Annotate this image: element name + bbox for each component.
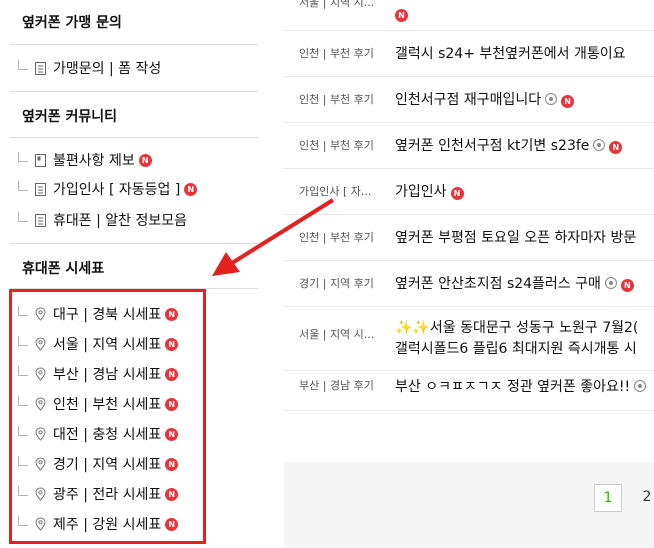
- menu-item-greeting[interactable]: 가입인사 [ 자동등업 ] N: [18, 178, 198, 200]
- divider: [10, 243, 258, 244]
- new-badge: N: [620, 279, 634, 292]
- post-title[interactable]: 부산 ㅇㅋㅍㅈㄱㅈ 정관 옆커폰 좋아요!!: [395, 376, 647, 396]
- new-badge: N: [184, 182, 198, 196]
- sidebar: 옆커폰 가맹 문의 가맹문의 | 폼 작성 옆커폰 커뮤니티 불편사항 제보 N…: [0, 0, 258, 548]
- new-badge: N: [561, 95, 575, 108]
- section-title-franchise: 옆커폰 가맹 문의: [22, 15, 122, 31]
- menu-item-label: 가맹문의 | 폼 작성: [53, 61, 162, 77]
- page-2-button[interactable]: 2: [634, 484, 654, 510]
- notice-icon: [34, 153, 47, 168]
- menu-item-franchise-form[interactable]: 가맹문의 | 폼 작성: [18, 57, 161, 79]
- menu-item-report[interactable]: 불편사항 제보 N: [18, 149, 152, 171]
- post-category: 가입인사 [ 자...: [299, 185, 372, 198]
- post-row[interactable]: 부산 | 경남 후기 부산 ㅇㅋㅍㅈㄱㅈ 정관 옆커폰 좋아요!!: [284, 370, 654, 411]
- post-row[interactable]: 가입인사 [ 자... 가입인사 N: [284, 168, 654, 215]
- post-title-text: 옆커폰 안산초지점 s24플러스 구매: [395, 276, 601, 292]
- tree-connector: [18, 212, 28, 222]
- post-title[interactable]: ✨✨서울 동대문구 성동구 노원구 7월2(: [395, 317, 638, 337]
- post-title[interactable]: 옆커폰 부평점 토요일 오픈 하자마자 방문: [395, 227, 636, 247]
- camera-icon: [593, 139, 606, 151]
- new-badge: N: [450, 187, 464, 200]
- post-title-text: 옆커폰 부평점 토요일 오픈 하자마자 방문: [395, 230, 637, 246]
- post-title[interactable]: 인천서구점 재구매입니다 N: [395, 89, 575, 109]
- camera-icon: [604, 277, 617, 289]
- post-list: 서울 | 지역 시... N 인천 | 부천 후기 갤럭시 s24+ 부천옆커폰에…: [284, 0, 654, 548]
- post-title[interactable]: 옆커폰 안산초지점 s24플러스 구매 N: [395, 273, 634, 293]
- pagination: 1 2: [284, 462, 654, 548]
- post-category: 인천 | 부천 후기: [299, 93, 374, 106]
- post-title[interactable]: 가입인사 N: [395, 181, 464, 201]
- tree-connector: [18, 152, 28, 162]
- post-title-text: 가입인사: [395, 184, 447, 200]
- post-title-line2: 갤럭시폴드6 플립6 최대지원 즉시개통 시: [395, 341, 637, 357]
- post-row[interactable]: 인천 | 부천 후기 갤럭시 s24+ 부천옆커폰에서 개통이요: [284, 30, 654, 77]
- document-icon: [34, 182, 47, 197]
- post-title[interactable]: 옆커폰 인천서구점 kt기변 s23fe N: [395, 135, 623, 155]
- post-row[interactable]: 서울 | 지역 시... ✨✨서울 동대문구 성동구 노원구 7월2( 갤럭시폴…: [284, 312, 654, 371]
- post-row[interactable]: 인천 | 부천 후기 옆커폰 인천서구점 kt기변 s23fe N: [284, 122, 654, 169]
- page-1-button[interactable]: 1: [594, 484, 622, 512]
- menu-item-label: 가입인사 [ 자동등업 ]: [53, 182, 181, 198]
- divider: [10, 137, 258, 138]
- section-title-community: 옆커폰 커뮤니티: [22, 109, 118, 125]
- document-icon: [34, 213, 47, 228]
- camera-icon: [545, 93, 558, 105]
- new-badge: N: [138, 153, 152, 167]
- post-category: 서울 | 지역 시...: [299, 328, 375, 341]
- post-category: 인천 | 부천 후기: [299, 231, 374, 244]
- post-title[interactable]: 갤럭시 s24+ 부천옆커폰에서 개통이요: [395, 43, 626, 63]
- tree-connector: [18, 181, 28, 191]
- new-badge: N: [395, 9, 408, 22]
- section-title-price-list: 휴대폰 시세표: [22, 261, 105, 277]
- post-category: 인천 | 부천 후기: [299, 139, 374, 152]
- post-row[interactable]: 인천 | 부천 후기 인천서구점 재구매입니다 N: [284, 76, 654, 123]
- post-category: 부산 | 경남 후기: [299, 379, 374, 392]
- post-title-text: 인천서구점 재구매입니다: [395, 92, 542, 108]
- post-category: 서울 | 지역 시...: [299, 0, 375, 9]
- post-row[interactable]: 경기 | 지역 후기 옆커폰 안산초지점 s24플러스 구매 N: [284, 260, 654, 307]
- menu-item-phone-info[interactable]: 휴대폰 | 알찬 정보모음: [18, 209, 187, 231]
- post-row[interactable]: 인천 | 부천 후기 옆커폰 부평점 토요일 오픈 하자마자 방문: [284, 214, 654, 261]
- camera-icon: [634, 380, 647, 392]
- menu-item-label: 불편사항 제보: [53, 153, 135, 169]
- post-title-text: 부산 ㅇㅋㅍㅈㄱㅈ 정관 옆커폰 좋아요!!: [395, 379, 631, 395]
- post-category: 경기 | 지역 후기: [299, 277, 374, 290]
- highlight-box: [9, 289, 206, 544]
- post-title[interactable]: N: [395, 6, 408, 22]
- post-row[interactable]: 서울 | 지역 시... N: [284, 0, 654, 31]
- tree-connector: [18, 60, 28, 70]
- post-title-text: 옆커폰 인천서구점 kt기변 s23fe: [395, 138, 590, 154]
- new-badge: N: [609, 141, 623, 154]
- divider: [10, 44, 258, 45]
- post-category: 인천 | 부천 후기: [299, 47, 374, 60]
- divider: [10, 91, 258, 92]
- menu-item-label: 휴대폰 | 알찬 정보모음: [53, 213, 187, 229]
- post-title-text: 갤럭시 s24+ 부천옆커폰에서 개통이요: [395, 46, 626, 62]
- document-icon: [34, 61, 47, 76]
